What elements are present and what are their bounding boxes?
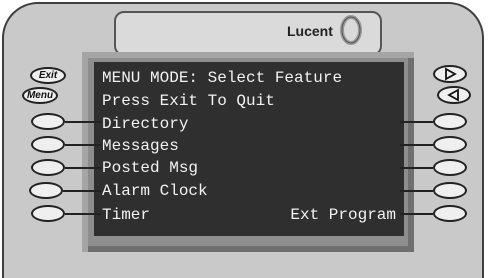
right-softkey-4-leader — [400, 190, 433, 192]
right-softkey-2-leader — [400, 144, 433, 146]
left-softkey-2[interactable] — [31, 136, 65, 153]
left-softkey-4[interactable] — [29, 182, 63, 199]
left-softkey-2-leader — [65, 144, 101, 146]
left-softkey-3-leader — [65, 167, 101, 169]
left-softkey-4-leader — [63, 190, 101, 192]
menu-item-directory: Directory — [102, 115, 189, 133]
right-softkey-4[interactable] — [433, 182, 467, 199]
menu-item-timer: Timer — [102, 206, 151, 224]
left-softkey-5-leader — [65, 213, 101, 215]
menu-item-alarm-clock: Alarm Clock — [102, 182, 208, 200]
triangle-left-icon — [447, 88, 459, 102]
right-softkey-5[interactable] — [433, 205, 467, 222]
back-button[interactable] — [437, 86, 471, 104]
left-softkey-1-leader — [65, 121, 101, 123]
menu-item-messages: Messages — [102, 137, 179, 155]
left-softkey-3[interactable] — [31, 159, 65, 176]
right-softkey-3[interactable] — [433, 159, 467, 176]
brand-name: Lucent — [287, 23, 333, 39]
menu-item-ext-program: Ext Program — [290, 206, 396, 224]
right-softkey-5-leader — [400, 213, 433, 215]
forward-button[interactable] — [433, 65, 467, 83]
exit-button[interactable]: Exit — [30, 67, 66, 84]
menu-mode-line: MENU MODE: Select Feature — [102, 69, 343, 87]
right-softkey-3-leader — [400, 167, 433, 169]
lucent-ring-icon — [340, 15, 362, 45]
right-softkey-1[interactable] — [433, 113, 467, 130]
left-softkey-1[interactable] — [31, 113, 65, 130]
triangle-right-icon — [445, 67, 457, 81]
menu-item-posted-msg: Posted Msg — [102, 159, 199, 177]
left-softkey-5[interactable] — [31, 205, 65, 222]
right-softkey-1-leader — [400, 121, 433, 123]
exit-hint-line: Press Exit To Quit — [102, 92, 275, 110]
right-softkey-2[interactable] — [433, 136, 467, 153]
menu-button[interactable]: Menu — [22, 87, 58, 104]
